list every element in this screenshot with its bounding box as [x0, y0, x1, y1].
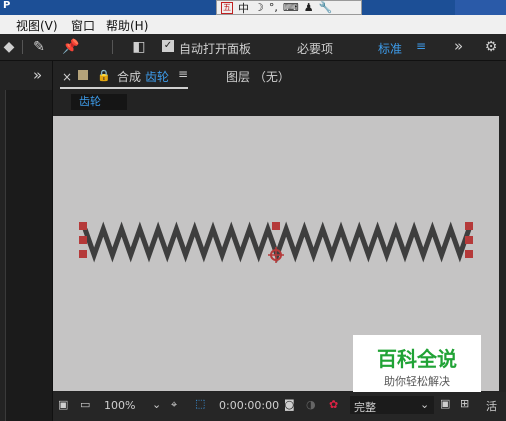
ime-keyboard-icon[interactable]: ⌨ [283, 1, 299, 14]
transform-handle[interactable] [79, 222, 87, 230]
ime-mode-icon[interactable]: 五 [221, 1, 233, 14]
watermark-logo: 百科全说 助你轻松解决 [353, 335, 481, 393]
transparency-grid-icon[interactable]: ⊞ [460, 397, 469, 410]
transform-handle[interactable] [272, 222, 280, 230]
left-panel-expand-icon[interactable]: » [33, 66, 42, 84]
trailing-label: 活 [486, 400, 497, 413]
title-bar-right [455, 0, 506, 15]
comp-label[interactable]: 合成 [117, 68, 141, 85]
layer-tab[interactable]: 图层 （无） [226, 68, 290, 85]
toolbar-divider [22, 40, 23, 54]
transform-handle[interactable] [465, 222, 473, 230]
app-icon: P [3, 0, 11, 11]
panel-menu-icon[interactable]: ≡ [178, 67, 188, 81]
always-preview-icon[interactable]: ▣ [58, 398, 68, 411]
mask-visibility-icon[interactable]: ⬚ [195, 397, 205, 410]
ime-lang-icon[interactable]: 中 [238, 0, 249, 16]
left-panel-inner [5, 90, 52, 421]
pin-tool-icon[interactable]: 📌 [62, 38, 80, 56]
menu-help[interactable]: 帮助(H) [106, 17, 148, 34]
monitor-icon[interactable]: ▭ [80, 398, 90, 411]
show-snapshot-icon[interactable]: ◑ [306, 398, 316, 411]
auto-open-label[interactable]: 自动打开面板 [179, 40, 251, 57]
zoom-value[interactable]: 100% [104, 399, 135, 412]
menu-window[interactable]: 窗口 [71, 17, 95, 34]
puppet-tool-icon[interactable]: ✎ [30, 38, 48, 56]
tools-toolbar: ◆ ✎ 📌 ◧ ✓ 自动打开面板 必要项 标准 ≡ » ⚙ [0, 34, 506, 61]
watermark-subtitle: 助你轻松解决 [384, 375, 450, 388]
transform-handle[interactable] [79, 250, 87, 258]
ime-tool-icon[interactable]: 🔧 [319, 1, 333, 14]
watermark-title: 百科全说 [377, 347, 457, 371]
viewer-right-gutter [499, 116, 506, 391]
snap-icon[interactable]: ◧ [130, 38, 148, 56]
transform-handle[interactable] [465, 236, 473, 244]
comp-breadcrumb[interactable]: 齿轮 [71, 94, 127, 110]
workspace-essential[interactable]: 必要项 [297, 40, 333, 57]
transform-handle[interactable] [79, 236, 87, 244]
search-help-icon[interactable]: ⚙ [482, 38, 500, 56]
resolution-dropdown-icon[interactable]: ⌄ [420, 398, 429, 411]
zoom-dropdown-icon[interactable]: ⌄ [152, 398, 161, 411]
active-tab-underline [60, 87, 188, 89]
comp-name[interactable]: 齿轮 [145, 68, 169, 85]
toolbar-divider [112, 40, 113, 54]
menu-view[interactable]: 视图(V) [16, 17, 58, 34]
auto-open-checkbox[interactable]: ✓ [162, 40, 174, 52]
grid-guides-icon[interactable]: ⌖ [171, 398, 177, 412]
workspace-menu-icon[interactable]: ≡ [416, 39, 426, 53]
transform-handle[interactable] [465, 250, 473, 258]
resolution-value[interactable]: 完整 [354, 399, 376, 415]
snapshot-icon[interactable]: ◙ [284, 398, 295, 411]
ime-moon-icon[interactable]: ☽ [254, 1, 264, 14]
ime-toolbar[interactable]: 五 中 ☽ °, ⌨ ♟ 🔧 [216, 0, 362, 15]
workspace-standard[interactable]: 标准 [378, 40, 402, 57]
menu-bar: 视图(V) 窗口 帮助(H) [0, 15, 506, 34]
close-tab-icon[interactable]: × [62, 70, 72, 84]
ime-punct-icon[interactable]: °, [269, 1, 278, 14]
diamond-tool-icon[interactable]: ◆ [0, 38, 18, 56]
region-of-interest-icon[interactable]: ▣ [440, 397, 450, 410]
ime-user-icon[interactable]: ♟ [304, 1, 314, 14]
comp-color-swatch [78, 70, 88, 80]
timecode[interactable]: 0:00:00:00 [219, 399, 279, 412]
lock-icon[interactable]: 🔒 [97, 69, 111, 82]
channel-icon[interactable]: ✿ [329, 398, 338, 411]
more-workspaces-icon[interactable]: » [454, 37, 463, 55]
